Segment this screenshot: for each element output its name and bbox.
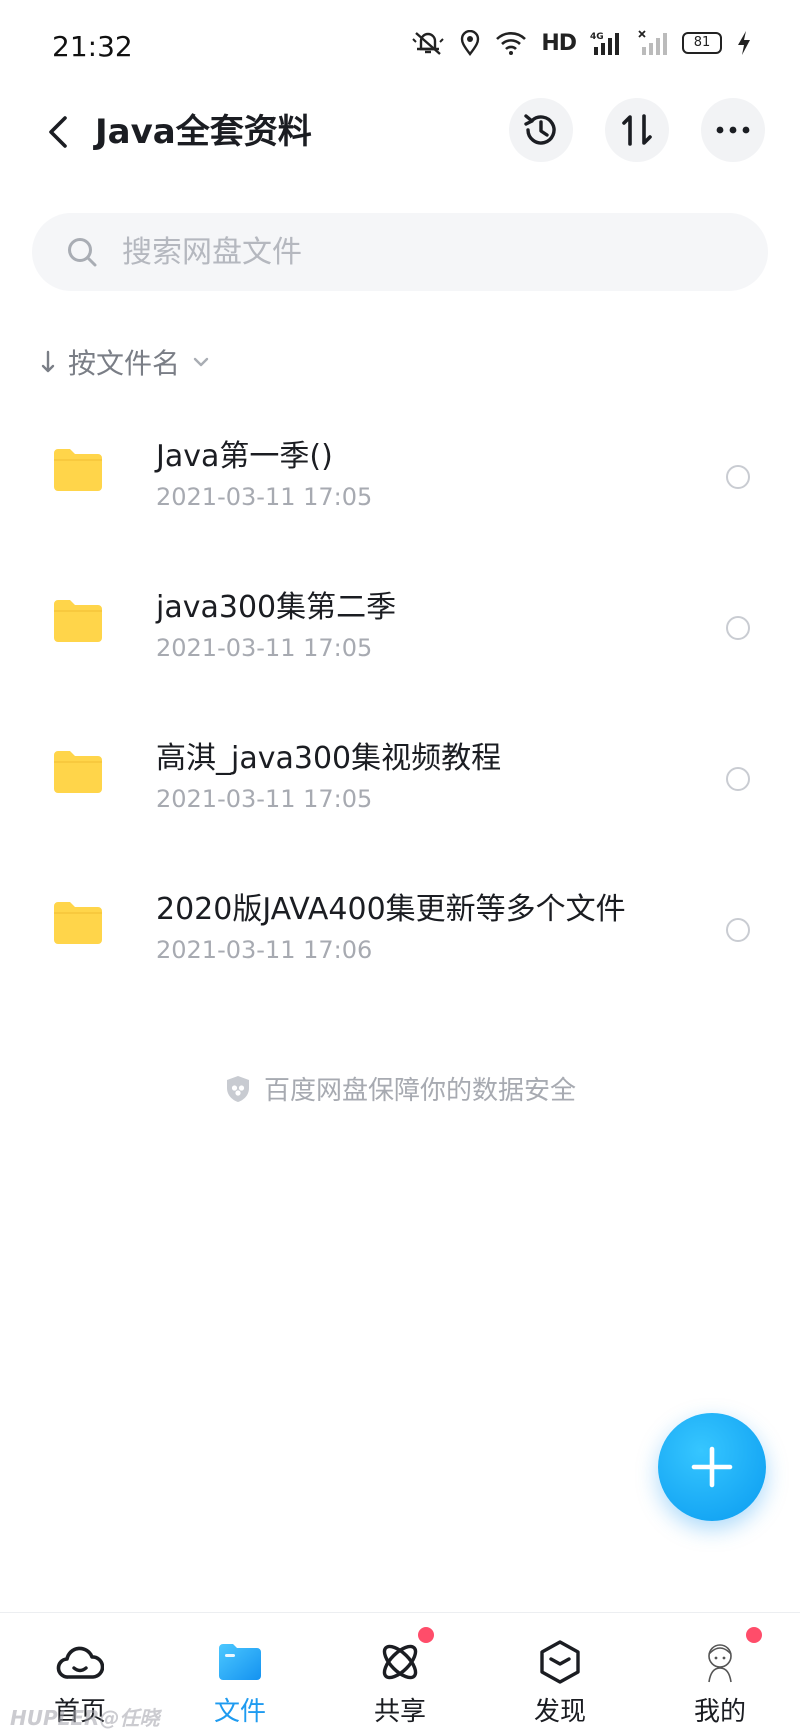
- search-input[interactable]: [120, 233, 704, 271]
- atom-share-icon: [375, 1637, 425, 1687]
- search-icon-wrap: [64, 234, 100, 270]
- watermark: HUPLER@任晓: [10, 1706, 160, 1730]
- nav-label: 我的: [693, 1697, 746, 1727]
- nav-label: 文件: [213, 1697, 266, 1727]
- search-box[interactable]: [32, 213, 768, 291]
- file-select-checkbox[interactable]: [726, 918, 750, 942]
- chevron-left-icon: [49, 116, 67, 148]
- avatar-icon: [695, 1637, 745, 1687]
- notification-dot: [418, 1627, 434, 1643]
- history-button[interactable]: [509, 98, 573, 162]
- file-row[interactable]: java300集第二季 2021-03-11 17:05: [0, 556, 800, 707]
- folder-icon: [54, 751, 102, 793]
- search-icon: [68, 238, 97, 267]
- shield-icon: [226, 1075, 249, 1102]
- history-clock-icon: [524, 114, 556, 145]
- location-icon: [461, 30, 480, 56]
- status-icons: HD 4G 81: [411, 30, 752, 56]
- battery-indicator: 81: [682, 32, 722, 54]
- file-select-checkbox[interactable]: [726, 767, 750, 791]
- signal-4g-icon: 4G: [590, 32, 619, 55]
- file-name: 2020版JAVA400集更新等多个文件: [156, 892, 626, 927]
- cloud-home-icon: [55, 1637, 105, 1687]
- file-name: 高淇_java300集视频教程: [156, 741, 502, 776]
- transfer-button[interactable]: [605, 98, 669, 162]
- more-button[interactable]: [701, 98, 765, 162]
- nav-label: 共享: [373, 1697, 426, 1727]
- folder-icon: [54, 902, 102, 944]
- sort-label: 按文件名: [68, 347, 181, 380]
- wifi-icon: [496, 32, 527, 55]
- security-note: 百度网盘保障你的数据安全: [0, 1070, 800, 1107]
- nav-label: 发现: [533, 1697, 586, 1727]
- status-time: 21:32: [52, 30, 133, 63]
- file-list: Java第一季() 2021-03-11 17:05 java300集第二季 2…: [0, 405, 800, 1009]
- more-dots-icon: [716, 126, 750, 134]
- file-date: 2021-03-11 17:05: [156, 483, 373, 511]
- svg-text:4G: 4G: [590, 32, 604, 42]
- folder-icon: [215, 1637, 265, 1687]
- file-name: java300集第二季: [156, 590, 397, 625]
- header: Java全套资料: [0, 96, 800, 168]
- file-row[interactable]: 2020版JAVA400集更新等多个文件 2021-03-11 17:06: [0, 858, 800, 1009]
- folder-icon: [54, 600, 102, 642]
- hd-label: HD: [541, 30, 577, 56]
- security-note-text: 百度网盘保障你的数据安全: [263, 1076, 576, 1106]
- file-name: Java第一季(): [156, 439, 333, 474]
- charging-bolt-icon: [738, 31, 750, 55]
- nav-item-files[interactable]: 文件: [160, 1613, 320, 1734]
- file-row[interactable]: Java第一季() 2021-03-11 17:05: [0, 405, 800, 556]
- nav-item-share[interactable]: 共享: [320, 1613, 480, 1734]
- nav-item-discover[interactable]: 发现: [480, 1613, 640, 1734]
- mute-bell-icon: [412, 32, 445, 55]
- file-date: 2021-03-11 17:05: [156, 785, 373, 813]
- chevron-down-icon: [193, 357, 209, 367]
- page-title: Java全套资料: [95, 112, 312, 152]
- transfer-updown-icon: [622, 114, 652, 146]
- sort-selector[interactable]: 按文件名: [40, 342, 210, 382]
- file-date: 2021-03-11 17:05: [156, 634, 373, 662]
- signal-empty-icon: [638, 30, 667, 55]
- file-date: 2021-03-11 17:06: [156, 936, 373, 964]
- status-bar: 21:32 HD 4G 81: [0, 0, 800, 96]
- nav-item-mine[interactable]: 我的: [640, 1613, 800, 1734]
- file-select-checkbox[interactable]: [726, 465, 750, 489]
- back-button[interactable]: [36, 110, 80, 154]
- cube-discover-icon: [535, 1637, 585, 1687]
- arrow-down-icon: [41, 350, 55, 373]
- add-button[interactable]: [658, 1413, 766, 1521]
- file-row[interactable]: 高淇_java300集视频教程 2021-03-11 17:05: [0, 707, 800, 858]
- plus-icon: [691, 1446, 733, 1488]
- notification-dot: [746, 1627, 762, 1643]
- folder-icon: [54, 449, 102, 491]
- file-select-checkbox[interactable]: [726, 616, 750, 640]
